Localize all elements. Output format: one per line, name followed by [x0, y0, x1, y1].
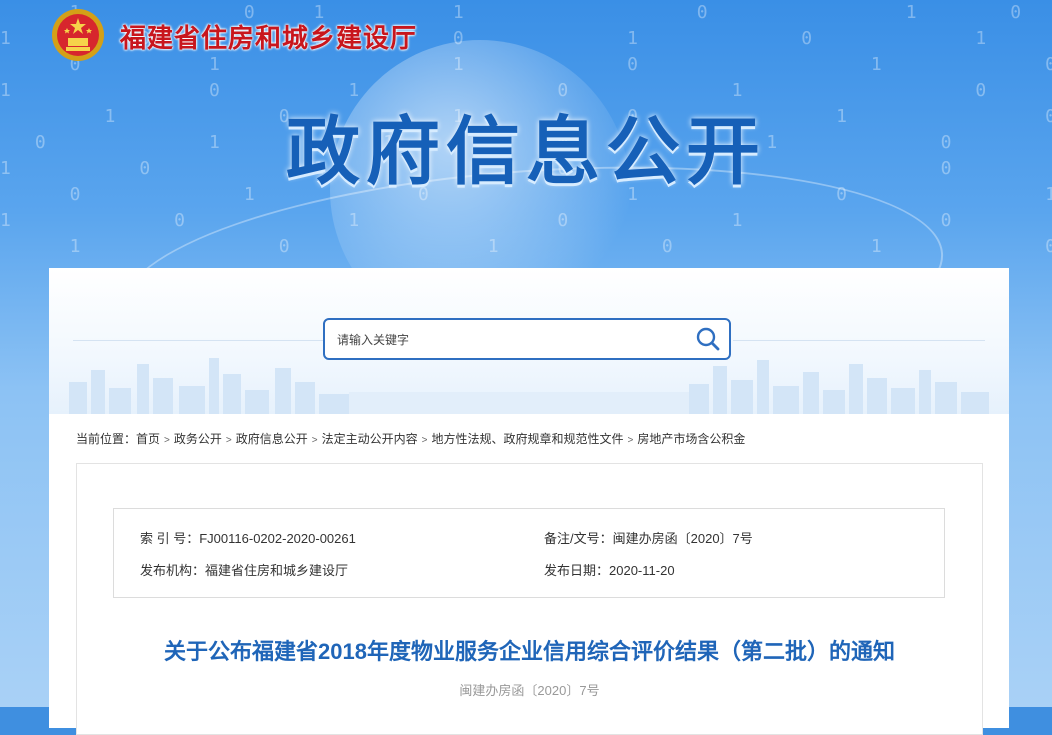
chevron-right-icon: > — [627, 435, 634, 446]
chevron-right-icon: > — [421, 435, 428, 446]
meta-index-value: FJ00116-0202-2020-00261 — [199, 531, 356, 546]
breadcrumb-home[interactable]: 首页 — [136, 432, 160, 446]
main-panel: 当前位置：首页>政务公开>政府信息公开>法定主动公开内容>地方性法规、政府规章和… — [49, 268, 1009, 735]
site-title[interactable]: 福建省住房和城乡建设厅 — [120, 18, 417, 55]
hero-title: 政府信息公开 — [286, 109, 766, 195]
breadcrumb-gov-affairs[interactable]: 政务公开 — [174, 432, 222, 446]
meta-index-label: 索 引 号： — [140, 531, 200, 546]
meta-publisher-label: 发布机构： — [140, 563, 206, 578]
chevron-right-icon: > — [225, 435, 232, 446]
meta-doc-number: 备注/文号：闽建办房函〔2020〕7号 — [544, 528, 753, 547]
breadcrumb-statutory-content[interactable]: 法定主动公开内容 — [322, 432, 418, 446]
national-emblem-icon[interactable] — [50, 6, 106, 64]
search-box — [323, 318, 731, 360]
document-number: 闽建办房函〔2020〕7号 — [459, 683, 600, 698]
metadata-table: 索 引 号：FJ00116-0202-2020-00261 备注/文号：闽建办房… — [113, 508, 945, 598]
breadcrumb: 当前位置：首页 > 政务公开 > 政府信息公开 > 法定主动公开内容 > 地方性法规、政府规章和… — [76, 430, 745, 447]
breadcrumb-info-disclosure[interactable]: 政府信息公开 — [236, 432, 308, 446]
meta-publisher: 发布机构：福建省住房和城乡建设厅 — [140, 560, 348, 579]
meta-date-label: 发布日期： — [544, 563, 610, 578]
search-area — [49, 268, 1009, 414]
chevron-right-icon: > — [164, 435, 170, 446]
meta-doc-label: 备注/文号： — [544, 531, 613, 546]
meta-publisher-value: 福建省住房和城乡建设厅 — [205, 563, 349, 578]
document-title: 关于公布福建省2018年度物业服务企业信用综合评价结果（第二批）的通知 — [164, 639, 895, 664]
meta-index: 索 引 号：FJ00116-0202-2020-00261 — [140, 528, 356, 547]
breadcrumb-regulations[interactable]: 地方性法规、政府规章和规范性文件 — [431, 432, 623, 446]
meta-date-value: 2020-11-20 — [609, 563, 675, 578]
breadcrumb-prefix: 当前位置： — [76, 432, 137, 446]
meta-date: 发布日期：2020-11-20 — [544, 560, 675, 579]
search-input[interactable] — [335, 326, 679, 354]
content-box: 索 引 号：FJ00116-0202-2020-00261 备注/文号：闽建办房… — [76, 463, 983, 735]
breadcrumb-real-estate[interactable]: 房地产市场含公积金 — [637, 432, 745, 446]
divider-right — [733, 340, 985, 341]
search-icon[interactable] — [695, 326, 721, 352]
meta-doc-value: 闽建办房函〔2020〕7号 — [612, 531, 753, 546]
chevron-right-icon: > — [311, 435, 318, 446]
divider-left — [73, 340, 323, 341]
